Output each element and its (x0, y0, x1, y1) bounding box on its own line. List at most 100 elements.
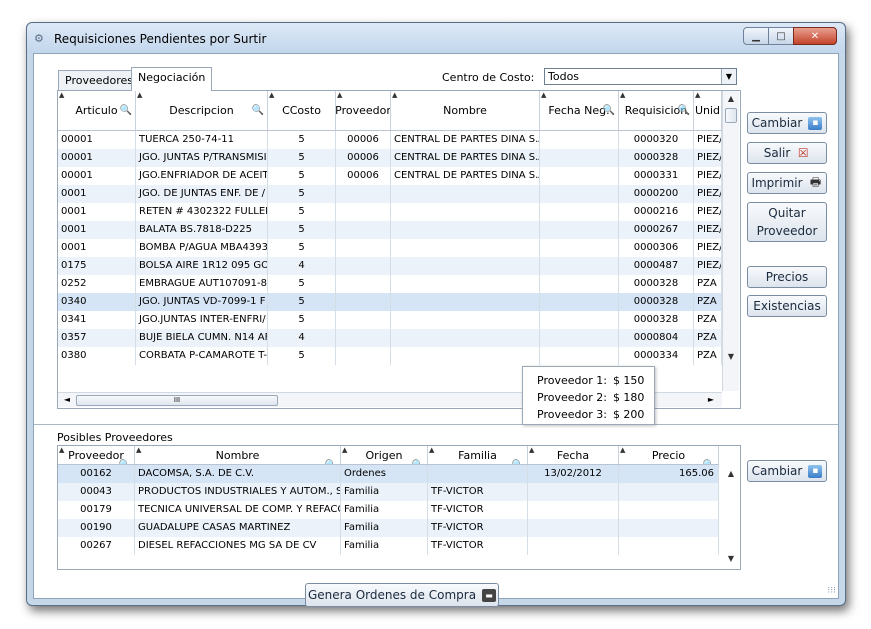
cost-center-select[interactable]: Todos ▼ (544, 68, 737, 85)
cambiar-button[interactable]: Cambiar ▪ (747, 112, 827, 134)
scroll-down-icon[interactable]: ▼ (723, 551, 739, 567)
imprimir-button[interactable]: Imprimir 🖶 (747, 172, 827, 194)
column-header-fecha-neg[interactable]: ▲ Fecha Neg. 🔍 (540, 91, 619, 130)
tab-negociacion[interactable]: Negociación (131, 67, 213, 91)
table-row[interactable]: 00162 DACOMSA, S.A. DE C.V. Ordenes 13/02/2… (58, 465, 719, 483)
cell-proveedor (336, 329, 391, 347)
column-header-origen[interactable]: ▲ Origen 🔍 (341, 446, 428, 464)
table-row[interactable]: 0252 EMBRAGUE AUT107091-81 5 0000328 PZA (58, 275, 722, 293)
cell-nombre (391, 203, 540, 221)
cell-proveedor (336, 257, 391, 275)
scroll-left-icon[interactable]: ◄ (60, 393, 74, 407)
tooltip-value: $ 180 (612, 391, 645, 404)
suppliers-cambiar-label: Cambiar (751, 464, 803, 478)
table-row[interactable]: 00267 DIESEL REFACCIONES MG SA DE CV Famil… (58, 537, 719, 555)
search-icon[interactable]: 🔍 (703, 460, 715, 464)
table-row[interactable]: 00001 TUERCA 250-74-11 5 00006 CENTRAL DE PA… (58, 131, 722, 149)
tooltip-value: $ 200 (612, 408, 645, 421)
column-header-nombre[interactable]: ▲ Nombre (391, 91, 540, 130)
minimize-icon: ▁ (752, 30, 760, 42)
salir-button[interactable]: Salir ☒ (747, 142, 827, 164)
table-row[interactable]: 00001 JGO.ENFRIADOR DE ACEIT 5 00006 CENTRAL… (58, 167, 722, 185)
cell-ccosto: 5 (268, 293, 336, 311)
table-row[interactable]: 0340 JGO. JUNTAS VD-7099-1 F 5 0000328 PZA (58, 293, 722, 311)
column-header-nombre[interactable]: ▲ Nombre 🔍 (135, 446, 341, 464)
column-header-precio[interactable]: ▲ Precio 🔍 (619, 446, 719, 464)
cell-proveedor (336, 239, 391, 257)
horizontal-scroll-thumb[interactable]: III (76, 395, 278, 406)
suppliers-cambiar-button[interactable]: Cambiar ▪ (747, 460, 827, 482)
table-row[interactable]: 0341 JGO.JUNTAS INTER-ENFRI/5 0000328 PZA (58, 311, 722, 329)
scroll-up-icon[interactable]: ▲ (723, 466, 739, 482)
cost-center-label: Centro de Costo: (442, 71, 535, 84)
column-header-label: Precio (651, 448, 686, 462)
cell-ccosto: 5 (268, 167, 336, 185)
column-header-proveedor[interactable]: ▲ Proveedor (336, 91, 391, 130)
scroll-thumb[interactable] (725, 108, 737, 123)
cell-proveedor (336, 203, 391, 221)
minimize-button[interactable]: ▁ (743, 27, 769, 45)
column-header-ccosto[interactable]: ▲ CCosto (268, 91, 336, 130)
column-header-fecha[interactable]: ▲ Fecha (528, 446, 619, 464)
scroll-down-icon[interactable]: ▼ (723, 349, 739, 365)
search-icon[interactable]: 🔍 (678, 105, 690, 116)
search-icon[interactable]: 🔍 (119, 460, 131, 464)
table-row[interactable]: 00001 JGO. JUNTAS P/TRANSMISI 5 00006 CENTRA… (58, 149, 722, 167)
cell-fecha-neg (540, 257, 619, 275)
table-row[interactable]: 00043 PRODUCTOS INDUSTRIALES Y AUTOM., SA… (58, 483, 719, 501)
cell-unidad: PZA (694, 329, 722, 347)
table-row[interactable]: 0001 BOMBA P/AGUA MBA43935 5 0000306 PIEZ/ (58, 239, 722, 257)
tooltip-label: Proveedor 2: (537, 391, 607, 404)
table-row[interactable]: 0175 BOLSA AIRE 1R12 095 GOC 4 0000487 PIEZ/ (58, 257, 722, 275)
column-header-descripcion[interactable]: ▲ Descripcion 🔍 (136, 91, 268, 130)
table-row[interactable]: 0001 JGO. DE JUNTAS ENF. DE /5 0000200 PIEZ… (58, 185, 722, 203)
table-row[interactable]: 0001 BALATA BS.7818-D225 5 0000267 PIEZ/ (58, 221, 722, 239)
scroll-right-icon[interactable]: ► (704, 393, 718, 407)
maximize-button[interactable]: □ (768, 27, 794, 45)
cell-nombre (391, 329, 540, 347)
cell-familia: TF-VICTOR (428, 537, 528, 555)
search-icon[interactable]: 🔍 (252, 105, 264, 116)
column-header-requisicion[interactable]: ▲ Requisicion 🔍 (619, 91, 694, 130)
search-icon[interactable]: 🔍 (512, 460, 524, 464)
title-bar[interactable]: ⚙ Requisiciones Pendientes por Surtir ▁ … (27, 23, 845, 53)
suppliers-grid[interactable]: ▲Proveedor🔍▲Nombre🔍▲Origen🔍▲Familia🔍▲Fec… (57, 445, 741, 570)
cell-nombre (391, 347, 540, 365)
cell-descripcion: JGO. DE JUNTAS ENF. DE / (136, 185, 268, 203)
cell-fecha-neg (540, 149, 619, 167)
table-row[interactable]: 00190 GUADALUPE CASAS MARTINEZ Familia TF-V… (58, 519, 719, 537)
table-row[interactable]: 0001 RETEN # 4302322 FULLER 5 0000216 PIEZ/ (58, 203, 722, 221)
cell-precio (619, 537, 719, 555)
search-icon[interactable]: 🔍 (412, 460, 424, 464)
column-header-unidad[interactable]: ▲ Unid (694, 91, 722, 130)
close-button[interactable]: ✕ (793, 27, 837, 45)
column-header-familia[interactable]: ▲ Familia 🔍 (428, 446, 528, 464)
table-row[interactable]: 0380 CORBATA P-CAMAROTE T-ξ 5 0000334 PZA (58, 347, 722, 365)
quitar-proveedor-button[interactable]: Quitar Proveedor (747, 202, 827, 242)
thumb-grip-icon: III (173, 396, 181, 404)
sort-icon: ▲ (342, 446, 348, 454)
search-icon[interactable]: 🔍 (325, 460, 337, 464)
column-header-proveedor[interactable]: ▲Proveedor🔍 (58, 446, 135, 464)
table-row[interactable]: 0357 BUJE BIELA CUMN. N14 AF 4 0000804 PZA (58, 329, 722, 347)
requisitions-grid[interactable]: ▲ Articulo 🔍 ▲ Descripcion 🔍 ▲ CCosto ▲ Proveedor… (58, 91, 740, 408)
resize-grip-icon[interactable]: ⁝⁝⁝ (827, 586, 836, 596)
search-icon[interactable]: 🔍 (120, 105, 132, 116)
suppliers-vertical-scrollbar[interactable]: ▲ ▼ (723, 464, 740, 569)
column-header-label: CCosto (282, 104, 321, 117)
tab-proveedores[interactable]: Proveedores (58, 70, 140, 90)
cell-fecha (528, 519, 619, 537)
sort-icon: ▲ (529, 446, 535, 454)
search-icon[interactable]: 🔍 (603, 105, 615, 116)
requisitions-vertical-scrollbar[interactable]: ▲ ▼ (722, 91, 739, 391)
chevron-down-icon[interactable]: ▼ (721, 69, 736, 84)
precios-button[interactable]: Precios (747, 266, 827, 288)
cell-unidad: PIEZ/ (694, 239, 722, 257)
scroll-up-icon[interactable]: ▲ (723, 91, 739, 107)
cell-requisicion: 0000331 (619, 167, 694, 185)
cell-proveedor (336, 293, 391, 311)
column-header-articulo[interactable]: ▲ Articulo 🔍 (58, 91, 136, 130)
genera-ordenes-button[interactable]: Genera Ordenes de Compra ▬ (305, 583, 499, 607)
table-row[interactable]: 00179 TECNICA UNIVERSAL DE COMP. Y REFACC… (58, 501, 719, 519)
existencias-button[interactable]: Existencias (747, 295, 827, 317)
